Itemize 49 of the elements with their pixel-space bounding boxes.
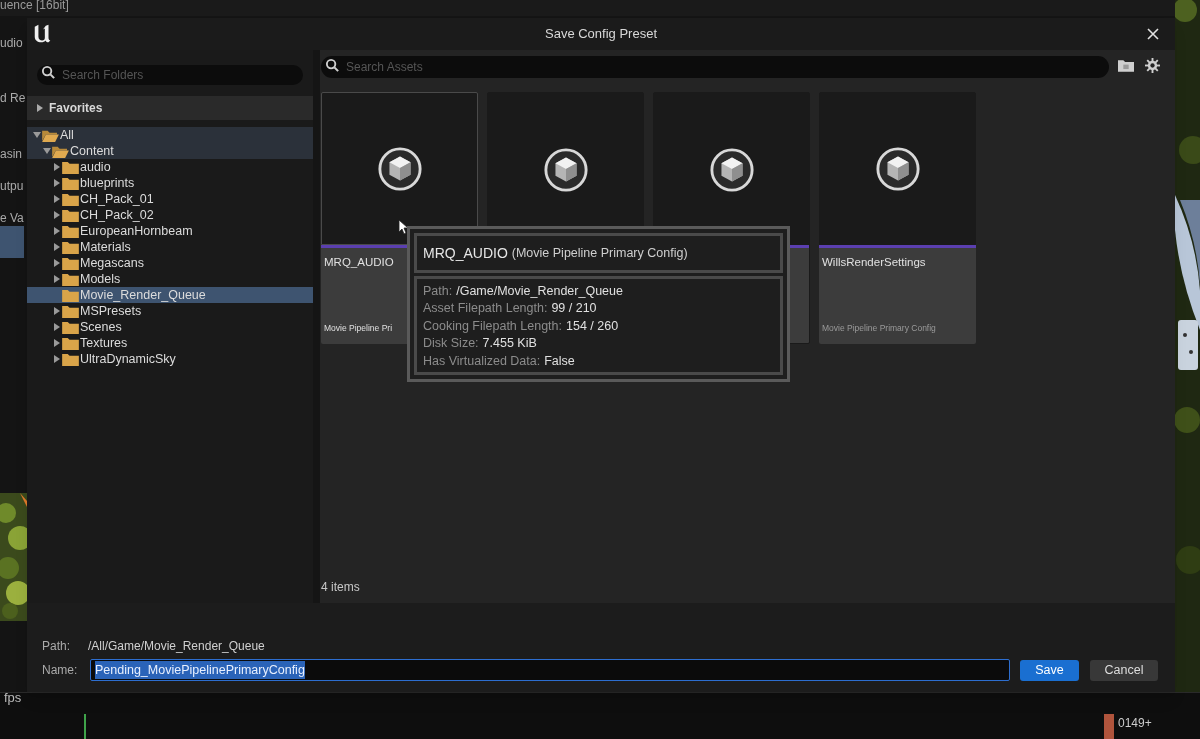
panel-text: uence [16bit] bbox=[0, 0, 69, 14]
folder-tree-item[interactable]: Textures bbox=[27, 335, 313, 351]
frame-number: 0149+ bbox=[1118, 715, 1152, 732]
tooltip-label: Has Virtualized Data: bbox=[423, 352, 541, 369]
fps-label: fps bbox=[4, 689, 22, 707]
tooltip-value: 7.455 KiB bbox=[482, 335, 537, 352]
name-field[interactable]: Pending_MoviePipelinePrimaryConfig bbox=[90, 659, 1010, 681]
folder-tree-item[interactable]: Models bbox=[27, 271, 313, 287]
name-label: Name: bbox=[42, 662, 79, 679]
folder-tree-item[interactable]: CH_Pack_01 bbox=[27, 191, 313, 207]
cancel-button[interactable]: Cancel bbox=[1090, 659, 1158, 681]
asset-name: MRQ_AUDIO bbox=[324, 255, 394, 270]
tooltip-value: False bbox=[544, 352, 575, 369]
folder-search-field[interactable]: Search Folders bbox=[37, 65, 303, 85]
folder-tree-item[interactable]: CH_Pack_02 bbox=[27, 207, 313, 223]
tooltip-value: 154 / 260 bbox=[566, 317, 619, 335]
asset-type: Movie Pipeline Primary Config bbox=[822, 322, 936, 335]
asset-search-field[interactable]: Search Assets bbox=[321, 56, 1109, 78]
panel-text: utpu bbox=[0, 178, 24, 195]
folder-tree-item[interactable]: Scenes bbox=[27, 319, 313, 335]
folder-tree-item[interactable]: blueprints bbox=[27, 175, 313, 191]
asset-type: Movie Pipeline Pri bbox=[324, 322, 393, 335]
tooltip-label: Disk Size: bbox=[423, 335, 479, 352]
folder-tree-item[interactable]: Movie_Render_Queue bbox=[27, 287, 313, 303]
favorites-header[interactable]: Favorites bbox=[27, 96, 313, 120]
folder-tree-item[interactable]: Materials bbox=[27, 239, 313, 255]
asset-name: WillsRenderSettings bbox=[822, 255, 926, 270]
save-button[interactable]: Save bbox=[1020, 659, 1079, 681]
window-title: Save Config Preset bbox=[545, 25, 657, 44]
path-label: Path: bbox=[42, 638, 72, 655]
folder-tree-item[interactable]: Megascans bbox=[27, 255, 313, 271]
tooltip-label: Path: bbox=[423, 283, 453, 300]
panel-text: udio bbox=[0, 35, 23, 52]
folder-tree-item[interactable]: audio bbox=[27, 159, 313, 175]
tooltip-label: Asset Filepath Length: bbox=[423, 300, 548, 317]
folder-tree-item[interactable]: UltraDynamicSky bbox=[27, 351, 313, 367]
tooltip-value: 99 / 210 bbox=[551, 300, 597, 317]
tooltip-title: MRQ_AUDIO (Movie Pipeline Primary Config) bbox=[414, 233, 783, 273]
folder-tree-item[interactable]: EuropeanHornbeam bbox=[27, 223, 313, 239]
panel-text: e Va bbox=[0, 210, 24, 227]
item-count: 4 items bbox=[321, 579, 361, 596]
panel-text: d Re bbox=[0, 90, 26, 107]
tooltip-label: Cooking Filepath Length: bbox=[423, 317, 562, 335]
folder-tree-item[interactable]: MSPresets bbox=[27, 303, 313, 319]
folder-tree-item[interactable]: All bbox=[27, 127, 313, 143]
panel-text: asin bbox=[0, 146, 22, 163]
tooltip-value: /Game/Movie_Render_Queue bbox=[456, 283, 623, 300]
folder-tree-item[interactable]: Content bbox=[27, 143, 313, 159]
path-value: /All/Game/Movie_Render_Queue bbox=[88, 638, 265, 655]
